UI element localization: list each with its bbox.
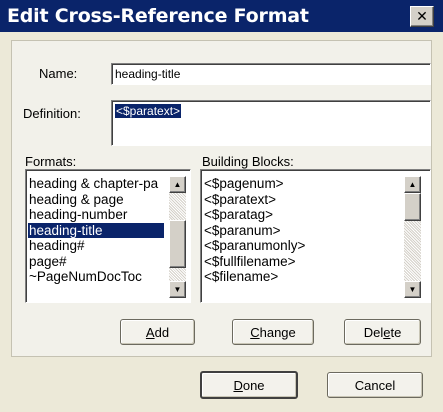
name-input[interactable]: heading-title bbox=[111, 63, 431, 85]
scroll-down-button[interactable]: ▼ bbox=[169, 281, 186, 298]
list-item[interactable]: page# bbox=[28, 254, 67, 270]
list-item[interactable]: <$filename> bbox=[203, 269, 278, 285]
scroll-up-icon: ▲ bbox=[173, 180, 182, 189]
delete-post: te bbox=[390, 324, 402, 340]
list-item[interactable]: heading & chapter-pa bbox=[28, 176, 158, 192]
list-item[interactable]: heading & page bbox=[28, 192, 124, 208]
cancel-button-label: Cancel bbox=[354, 377, 396, 393]
formats-listbox[interactable]: heading & chapter-pa heading & page head… bbox=[25, 169, 191, 303]
change-mnemonic: C bbox=[250, 324, 260, 340]
list-item[interactable]: <$pagenum> bbox=[203, 176, 284, 192]
list-item[interactable]: <$paranumonly> bbox=[203, 238, 305, 254]
name-input-value: heading-title bbox=[115, 67, 181, 81]
list-item-selected[interactable]: heading-title bbox=[28, 222, 164, 238]
title-bar: Edit Cross-Reference Format ✕ bbox=[0, 0, 443, 32]
done-button-label: Done bbox=[233, 378, 264, 393]
definition-label: Definition: bbox=[23, 106, 81, 121]
delete-button[interactable]: Delete bbox=[344, 319, 421, 345]
done-mnemonic: D bbox=[233, 377, 243, 393]
done-rest: one bbox=[242, 377, 265, 393]
scroll-down-icon: ▼ bbox=[408, 285, 417, 294]
change-button[interactable]: Change bbox=[232, 319, 314, 345]
scroll-thumb[interactable] bbox=[404, 193, 421, 221]
name-label: Name: bbox=[39, 66, 78, 81]
scroll-down-button[interactable]: ▼ bbox=[404, 281, 421, 298]
scroll-down-icon: ▼ bbox=[173, 285, 182, 294]
formats-scrollbar[interactable]: ▲ ▼ bbox=[169, 176, 186, 298]
add-mnemonic: A bbox=[145, 324, 155, 340]
formats-label: Formats: bbox=[25, 154, 77, 169]
add-button-label: Add bbox=[146, 325, 169, 340]
definition-input[interactable]: <$paratext> bbox=[111, 100, 431, 146]
list-item[interactable]: ~PageNumDocToc bbox=[28, 269, 142, 285]
definition-input-value: <$paratext> bbox=[115, 104, 182, 118]
building-blocks-scrollbar[interactable]: ▲ ▼ bbox=[404, 176, 421, 298]
delete-button-label: Delete bbox=[364, 325, 402, 340]
add-rest: dd bbox=[154, 324, 170, 340]
add-button[interactable]: Add bbox=[120, 319, 195, 345]
change-button-label: Change bbox=[250, 325, 296, 340]
scroll-thumb[interactable] bbox=[169, 220, 186, 268]
scroll-up-icon: ▲ bbox=[408, 180, 417, 189]
list-item[interactable]: heading-number bbox=[28, 207, 127, 223]
delete-pre: Del bbox=[363, 324, 384, 340]
building-blocks-label: Building Blocks: bbox=[202, 154, 294, 169]
list-item[interactable]: heading# bbox=[28, 238, 85, 254]
list-item[interactable]: <$paratext> bbox=[203, 192, 276, 208]
building-blocks-listbox[interactable]: <$pagenum> <$paratext> <$paratag> <$para… bbox=[200, 169, 431, 303]
list-item[interactable]: <$paratag> bbox=[203, 207, 273, 223]
list-item[interactable]: <$fullfilename> bbox=[203, 254, 296, 270]
close-button[interactable]: ✕ bbox=[410, 6, 434, 27]
scroll-up-button[interactable]: ▲ bbox=[169, 176, 186, 193]
cancel-button[interactable]: Cancel bbox=[327, 372, 423, 398]
scroll-up-button[interactable]: ▲ bbox=[404, 176, 421, 193]
change-rest: hange bbox=[259, 324, 296, 340]
done-button[interactable]: Done bbox=[200, 371, 298, 399]
list-item[interactable]: <$paranum> bbox=[203, 223, 281, 239]
window-title: Edit Cross-Reference Format bbox=[7, 5, 309, 27]
close-icon: ✕ bbox=[416, 8, 428, 25]
